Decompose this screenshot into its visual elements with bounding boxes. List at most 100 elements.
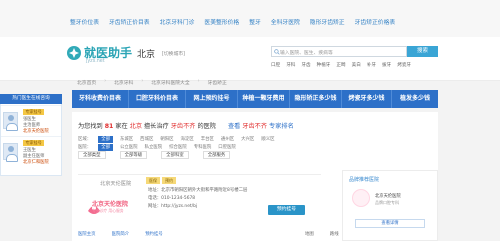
main-nav: 牙科收费价目表 口腔牙科价目表 网上预约挂号 种植一颗牙费用 隐形矫正多少钱 烤… — [72, 90, 438, 108]
hospital-website[interactable]: 网址：http://jyzs.net/bj — [148, 203, 197, 209]
expert-ranking-link[interactable]: 查看 — [228, 123, 240, 130]
summary-text: 的医院 — [197, 123, 216, 130]
book-appointment-button[interactable]: 预约挂号 — [268, 205, 305, 215]
filter-option[interactable]: 朝阳区 — [160, 136, 173, 143]
filter-area: 区域： 全部 东城区 西城区 朝阳区 海淀区 丰台区 通州区 大兴区 顺义区 — [78, 136, 274, 143]
filter-option[interactable]: 顺义区 — [261, 136, 274, 143]
breadcrumb-separator: › — [104, 79, 107, 84]
sidebar-hospital-subtitle: 品牌口腔专科 — [375, 200, 399, 205]
doctor-card[interactable]: 专家挂号 王医生 副主任医师 北京仁和医院 — [1, 136, 61, 166]
search-input[interactable]: 输入医院、医生、疾病等 — [271, 46, 407, 57]
logo-url: jyzs.net — [86, 59, 105, 64]
nav-item[interactable]: 植发多少钱 — [392, 90, 438, 108]
breadcrumb-separator: › — [141, 79, 144, 84]
top-link[interactable]: 牙齿矫正价目表 — [109, 17, 150, 29]
hospital-logo-text: 北京天伦医院 — [92, 201, 129, 208]
hot-word-link[interactable]: 美白 — [352, 62, 361, 70]
hot-word-link[interactable]: 口腔 — [271, 62, 280, 70]
breadcrumb-link[interactable]: 北京牙科 — [114, 79, 133, 87]
doctor-badge[interactable]: 专家挂号 — [23, 109, 44, 115]
filter-select[interactable]: 全部等级 — [119, 151, 148, 159]
filter-option-active[interactable]: 全部 — [98, 144, 113, 151]
filter-hospital-type: 医院： 全部 公立医院 私立医院 综合医院 专科医院 口腔医院 — [78, 144, 236, 151]
top-link[interactable]: 整牙 — [249, 17, 261, 29]
top-link[interactable]: 医美整形价格 — [204, 17, 239, 29]
nav-item[interactable]: 烤瓷牙多少钱 — [342, 90, 392, 108]
top-link[interactable]: 牙齿矫正价格表 — [355, 17, 396, 29]
expert-ranking-link[interactable]: 专家排名 — [269, 123, 294, 130]
result-summary: 为您找到 81 家在 北京 擅长治疗 牙齿不齐 的医院 查看 牙齿不齐 专家排名 — [78, 121, 294, 131]
hot-word-link[interactable]: 牙齿 — [301, 62, 310, 70]
summary-keyword: 牙齿不齐 — [170, 123, 196, 130]
result-count: 81 — [104, 123, 114, 130]
hospital-link[interactable]: 预约挂号 — [145, 231, 163, 239]
switch-city-link[interactable]: [切换城市] — [162, 50, 185, 57]
filter-option[interactable]: 东城区 — [120, 136, 133, 143]
breadcrumb-link[interactable]: 北京牙科医院大全 — [151, 79, 189, 87]
doctor-card[interactable]: 专家挂号 张医生 主治医师 北京天伦医院 — [1, 105, 61, 135]
filter-option[interactable]: 公立医院 — [120, 144, 138, 151]
top-link[interactable]: 整牙价位表 — [70, 17, 99, 29]
sidebar-hospital-name[interactable]: 北京天伦医院 — [375, 193, 401, 199]
sidebar-title: 品牌推荐医院 — [349, 177, 380, 183]
nav-item[interactable]: 牙科收费价目表 — [72, 90, 129, 108]
hot-word-link[interactable]: 种植牙 — [317, 62, 331, 70]
hot-word-link[interactable]: 拔牙 — [382, 62, 391, 70]
doctor-badge[interactable]: 专家挂号 — [23, 140, 44, 146]
nav-item[interactable]: 隐形矫正多少钱 — [290, 90, 342, 108]
filter-select[interactable]: 全部科室 — [161, 151, 189, 159]
filter-option[interactable]: 口腔医院 — [218, 144, 236, 151]
filter-option[interactable]: 通州区 — [221, 136, 234, 143]
hot-word-link[interactable]: 牙科 — [286, 62, 295, 70]
filter-select[interactable]: 全部类型 — [78, 151, 106, 159]
hot-word-link[interactable]: 烤瓷牙 — [397, 62, 411, 70]
search-placeholder: 输入医院、医生、疾病等 — [280, 51, 333, 56]
hospital-extra-link[interactable]: 路线 — [330, 231, 339, 239]
search-button[interactable]: 搜索 — [407, 46, 438, 57]
filter-option[interactable]: 私立医院 — [145, 144, 163, 151]
nav-item[interactable]: 网上预约挂号 — [186, 90, 238, 108]
hospital-tag: 医保 — [146, 177, 160, 184]
hospital-link[interactable]: 医院简介 — [112, 231, 130, 239]
hot-word-link[interactable]: 补牙 — [367, 62, 376, 70]
top-links: 整牙价位表 牙齿矫正价目表 北京牙科门诊 医美整形价格 整牙 全科牙医院 隐形牙… — [70, 17, 500, 29]
sidebar-view-button[interactable]: 查看详情 — [355, 219, 425, 228]
breadcrumb-link[interactable]: 北京首页 — [77, 79, 96, 87]
filter-option[interactable]: 丰台区 — [201, 136, 214, 143]
top-link[interactable]: 隐形牙齿矫正 — [310, 17, 345, 29]
search-icon — [274, 49, 280, 55]
expert-ranking-keyword[interactable]: 牙齿不齐 — [242, 123, 267, 130]
filter-option-active[interactable]: 全部 — [98, 136, 113, 143]
breadcrumb-current: 牙齿矫正 — [207, 81, 227, 86]
summary-text: 为您找到 — [78, 123, 103, 130]
top-link[interactable]: 北京牙科门诊 — [160, 17, 195, 29]
floating-panel-title: 热门医生在线咨询 — [0, 94, 62, 104]
filter-option[interactable]: 综合医院 — [169, 144, 187, 151]
filter-option[interactable]: 专科医院 — [194, 144, 212, 151]
summary-text: 家在 — [115, 123, 128, 130]
hospital-phone: 电话：010-1234-5678 — [148, 196, 196, 201]
hot-word-link[interactable]: 正畸 — [336, 62, 345, 70]
filter-label: 医院： — [78, 145, 92, 150]
logo-icon — [67, 46, 81, 60]
doctor-hospital: 北京仁和医院 — [23, 160, 49, 165]
filter-option[interactable]: 海淀区 — [181, 136, 194, 143]
nav-item[interactable]: 种植一颗牙费用 — [238, 90, 290, 108]
hospital-links: 医院主页 医院简介 预约挂号 — [78, 231, 163, 239]
filter-option[interactable]: 西城区 — [140, 136, 153, 143]
filter-option[interactable]: 大兴区 — [241, 136, 254, 143]
nav-item[interactable]: 口腔牙科价目表 — [129, 90, 186, 108]
breadcrumb: 北京首页 › 北京牙科 › 北京牙科医院大全 › 牙齿矫正 — [77, 79, 227, 87]
filter-select[interactable]: 全部服务 — [202, 151, 231, 159]
hospital-logo-slogan: 专业诊疗 用心服务 — [92, 208, 124, 213]
doctor-avatar — [3, 112, 18, 131]
filter-label: 区域： — [78, 137, 92, 142]
hot-words: 口腔 牙科 牙齿 种植牙 正畸 美白 补牙 拔牙 烤瓷牙 — [271, 62, 441, 70]
top-link[interactable]: 全科牙医院 — [271, 17, 300, 29]
sidebar-hospital-logo — [352, 189, 370, 207]
breadcrumb-separator: › — [197, 79, 200, 84]
hospital-name[interactable]: 北京天伦医院 — [100, 180, 131, 187]
doctor-avatar — [3, 143, 18, 162]
hospital-extra-link[interactable]: 地图 — [305, 231, 314, 239]
hospital-link[interactable]: 医院主页 — [78, 231, 96, 239]
